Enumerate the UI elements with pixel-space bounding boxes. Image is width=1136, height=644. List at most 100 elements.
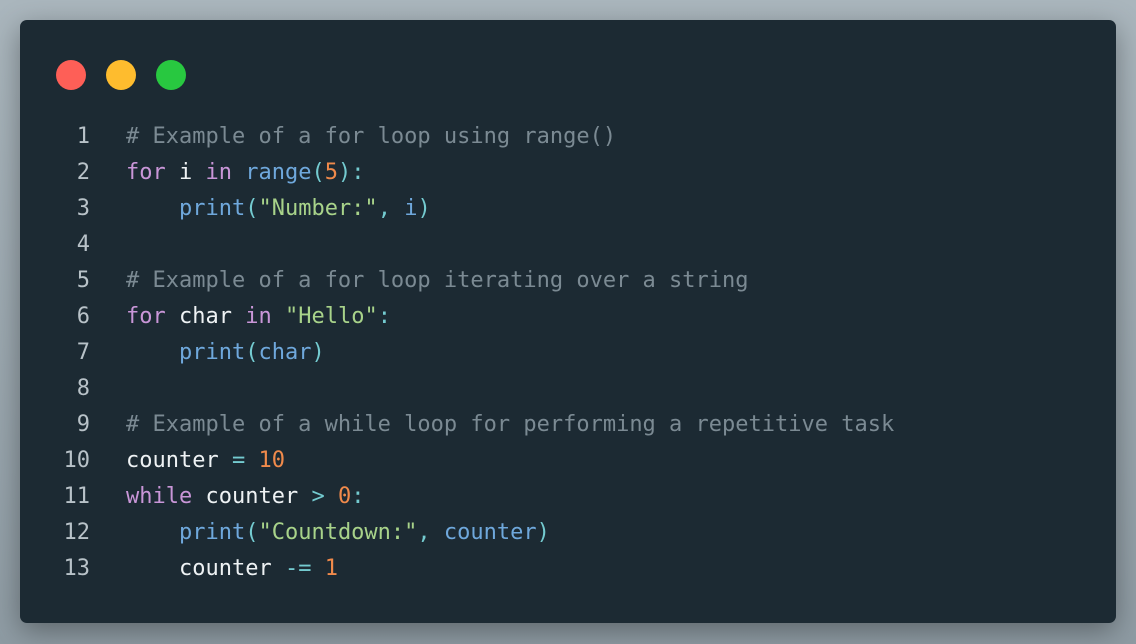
code-token-var [232,160,245,185]
code-token-var: i [179,160,193,185]
maximize-button[interactable] [156,60,186,90]
code-token-number: 0 [337,484,352,509]
line-source: for char in "Hello": [90,299,391,335]
code-line: 5 # Example of a for loop iterating over … [20,263,1116,299]
code-block: 1 # Example of a for loop using range() 2 f… [20,119,1116,587]
line-number: 9 [76,412,90,437]
code-line: 3 print("Number:", i) [20,191,1116,227]
line-number: 3 [76,196,90,221]
code-token-keyword: for [126,304,166,329]
line-source: print(char) [90,335,325,371]
code-token-keyword: in [205,160,233,185]
code-token-comment: # Example of a while loop for performing… [126,412,895,437]
line-source [90,227,126,263]
code-token-var [166,304,179,329]
line-source: for i in range(5): [90,155,364,191]
code-line: 9 # Example of a while loop for performin… [20,407,1116,443]
line-number: 7 [76,340,90,365]
code-token-punct: , [417,520,444,545]
line-source: # Example of a while loop for performing… [90,407,894,443]
code-token-number: 1 [324,556,338,581]
line-source: # Example of a for loop using range() [90,119,616,155]
code-token-comment: # Example of a for loop using range() [126,124,617,149]
code-token-var [166,160,179,185]
line-source: # Example of a for loop iterating over a… [90,263,749,299]
code-window: 1 # Example of a for loop using range() 2 f… [20,20,1116,623]
code-token-var: char [179,304,232,329]
line-number: 1 [76,124,90,149]
code-token-keyword: in [245,304,272,329]
code-token-string: "Hello" [284,304,378,329]
code-token-punct: ): [337,160,365,185]
code-token-var [311,556,324,581]
code-token-op: = [231,448,246,473]
code-token-punct: , [377,196,405,221]
minimize-button[interactable] [106,60,136,90]
code-token-punct: ( [311,160,325,185]
code-line: 1 # Example of a for loop using range() [20,119,1116,155]
code-token-var: counter [178,556,272,581]
code-token-keyword: while [126,484,193,509]
line-source: counter -= 1 [90,551,338,587]
code-token-param: i [404,196,418,221]
close-button[interactable] [56,60,86,90]
code-token-param: char [258,340,312,365]
line-number: 4 [76,232,90,257]
code-token-var: counter [205,484,299,509]
code-token-punct: ) [536,520,550,545]
code-line: 2 for i in range(5): [20,155,1116,191]
line-number: 12 [63,520,91,545]
code-line: 12 print("Countdown:", counter) [20,515,1116,551]
window-controls [56,60,186,90]
line-source: print("Number:", i) [90,191,431,227]
code-line: 7 print(char) [20,335,1116,371]
code-token-var [219,448,232,473]
code-token-comment: # Example of a for loop iterating over a… [126,268,749,293]
line-number: 6 [76,304,90,329]
code-token-punct: ( [245,340,259,365]
line-number: 13 [63,556,91,581]
code-line: 10 counter = 10 [20,443,1116,479]
line-source [90,371,126,407]
code-token-punct: ( [245,196,259,221]
code-token-op: -= [284,556,312,581]
code-line: 4 [20,227,1116,263]
code-line: 6 for char in "Hello": [20,299,1116,335]
code-token-op: > [311,484,325,509]
code-token-var [192,484,205,509]
code-token-keyword: for [126,160,166,185]
code-line: 13 counter -= 1 [20,551,1116,587]
line-number: 2 [76,160,90,185]
code-line: 8 [20,371,1116,407]
code-token-string: "Countdown:" [258,520,418,545]
line-number: 11 [63,484,91,509]
code-token-var [192,160,205,185]
code-token-var [325,484,338,509]
line-source: counter = 10 [90,443,285,479]
code-token-punct: : [377,304,391,329]
code-token-punct: ) [417,196,431,221]
code-token-var [245,448,258,473]
code-token-builtin: print [178,340,246,365]
code-token-number: 5 [324,160,338,185]
code-token-builtin: range [245,160,312,185]
code-token-var [272,556,285,581]
code-token-var [272,304,285,329]
line-number: 5 [76,268,90,293]
line-number: 10 [63,448,91,473]
code-token-punct: ) [311,340,325,365]
line-number: 8 [76,376,90,401]
code-token-punct: ( [245,520,259,545]
line-source: print("Countdown:", counter) [90,515,550,551]
code-token-var: counter [126,448,219,473]
code-token-var [232,304,245,329]
code-token-builtin: print [178,520,246,545]
code-line: 11 while counter > 0: [20,479,1116,515]
code-token-punct: : [351,484,365,509]
code-token-string: "Number:" [258,196,378,221]
code-token-number: 10 [258,448,285,473]
